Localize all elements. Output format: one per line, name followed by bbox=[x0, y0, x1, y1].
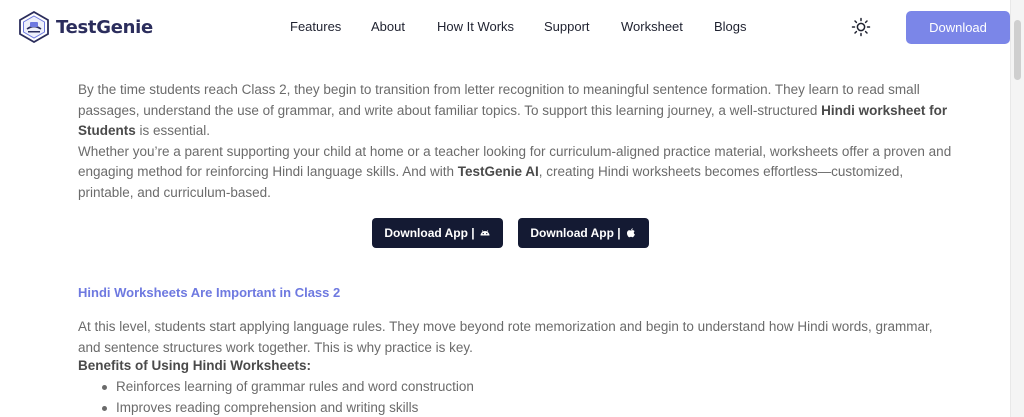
section-heading: Hindi Worksheets Are Important in Class … bbox=[78, 285, 341, 300]
list-item: Reinforces learning of grammar rules and… bbox=[78, 377, 474, 398]
intro-section: By the time students reach Class 2, they… bbox=[78, 80, 958, 203]
bullet-icon bbox=[102, 385, 107, 390]
intro-bold-text: TestGenie AI bbox=[457, 164, 539, 179]
section-paragraph: At this level, students start applying l… bbox=[78, 319, 933, 355]
intro-paragraph-2: Whether you’re a parent supporting your … bbox=[78, 142, 958, 204]
nav-item-features[interactable]: Features bbox=[290, 19, 341, 34]
benefits-heading: Benefits of Using Hindi Worksheets: bbox=[78, 358, 312, 373]
download-app-android-button[interactable]: Download App | bbox=[372, 218, 503, 248]
button-label: Download App | bbox=[530, 226, 621, 240]
brand-name: TestGenie bbox=[56, 16, 153, 38]
nav-item-how-it-works[interactable]: How It Works bbox=[437, 19, 514, 34]
list-item: Improves reading comprehension and writi… bbox=[78, 398, 474, 417]
list-item-text: Improves reading comprehension and writi… bbox=[116, 399, 419, 415]
android-icon bbox=[480, 230, 490, 236]
nav-item-blogs[interactable]: Blogs bbox=[714, 19, 747, 34]
intro-text: is essential. bbox=[135, 123, 211, 138]
nav-item-about[interactable]: About bbox=[371, 19, 405, 34]
testgenie-logo-icon bbox=[19, 11, 49, 43]
list-item-text: Reinforces learning of grammar rules and… bbox=[116, 379, 474, 394]
nav-item-worksheet[interactable]: Worksheet bbox=[621, 19, 683, 34]
apple-icon bbox=[626, 228, 635, 238]
nav-item-support[interactable]: Support bbox=[544, 19, 590, 34]
app-download-buttons: Download App | Download App | bbox=[372, 218, 649, 248]
benefits-list: Reinforces learning of grammar rules and… bbox=[78, 377, 474, 417]
site-header: TestGenie Features About How It Works Su… bbox=[0, 0, 1010, 56]
download-app-ios-button[interactable]: Download App | bbox=[518, 218, 649, 248]
intro-text: By the time students reach Class 2, they… bbox=[78, 82, 920, 118]
logo[interactable]: TestGenie bbox=[18, 11, 153, 43]
intro-paragraph-1: By the time students reach Class 2, they… bbox=[78, 80, 958, 142]
page-scrollbar[interactable] bbox=[1010, 0, 1024, 417]
sun-icon[interactable] bbox=[851, 17, 871, 37]
download-button[interactable]: Download bbox=[906, 11, 1010, 44]
bullet-icon bbox=[102, 405, 107, 411]
scrollbar-thumb[interactable] bbox=[1014, 20, 1021, 80]
button-label: Download App | bbox=[384, 226, 475, 240]
